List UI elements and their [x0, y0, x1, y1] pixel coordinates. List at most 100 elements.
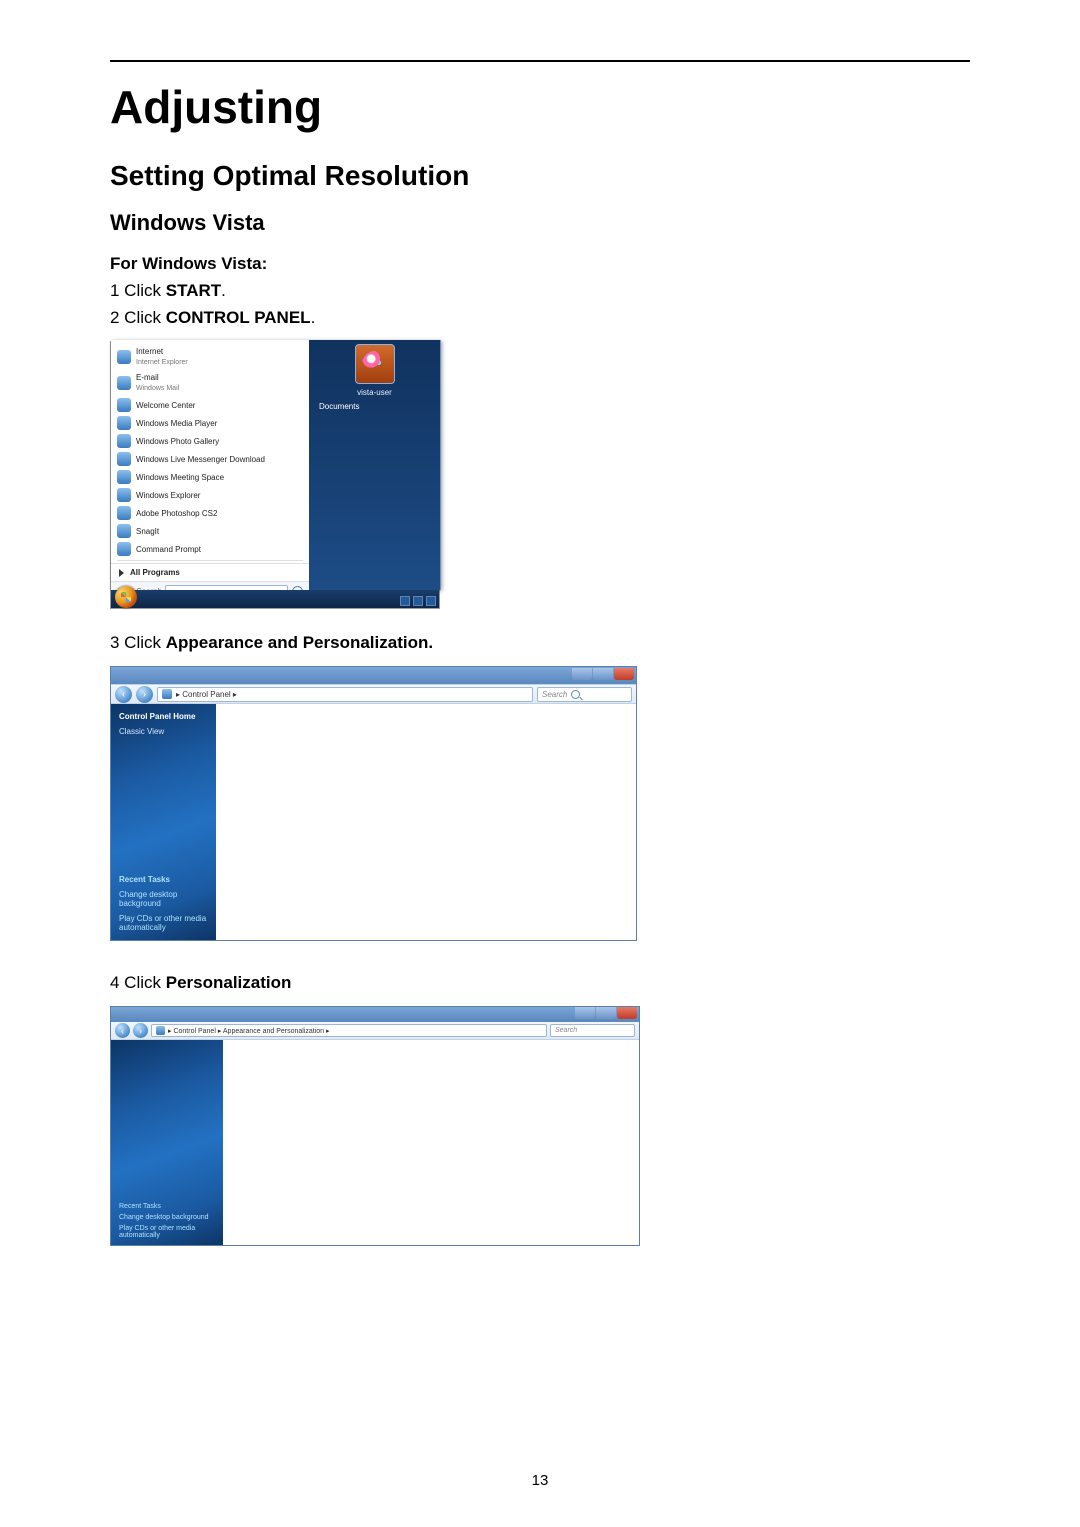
program-icon	[117, 398, 131, 412]
program-label: E-mail	[136, 372, 179, 383]
start-menu-program-list: InternetInternet ExplorerE-mailWindows M…	[111, 340, 309, 590]
start-menu-program[interactable]: Windows Live Messenger Download	[111, 450, 309, 468]
step-3-bold: Appearance and Personalization.	[166, 633, 433, 652]
recent-tasks-header: Recent Tasks	[119, 875, 208, 884]
program-label: Internet	[136, 346, 188, 357]
program-sublabel: Internet Explorer	[136, 357, 188, 368]
start-menu-program[interactable]: Welcome Center	[111, 396, 309, 414]
address-bar: ‹ › ▸ Control Panel ▸ Appearance and Per…	[111, 1022, 639, 1040]
program-label: Windows Live Messenger Download	[136, 454, 265, 465]
page-number: 13	[110, 1472, 970, 1489]
program-sublabel: Windows Mail	[136, 383, 179, 394]
personalization-sidebar: Recent Tasks Change desktop background P…	[111, 1040, 223, 1245]
start-menu-program[interactable]: Windows Meeting Space	[111, 468, 309, 486]
program-label: SnagIt	[136, 526, 159, 537]
sidebar-home-link[interactable]: Control Panel Home	[119, 712, 208, 721]
recent-task-link[interactable]: Play CDs or other media automatically	[119, 1225, 215, 1239]
program-icon	[117, 452, 131, 466]
step-4-prefix: 4 Click	[110, 973, 166, 992]
nav-back-button[interactable]: ‹	[115, 686, 132, 703]
start-menu-right-panel: vista-user Documents	[309, 340, 440, 590]
start-menu-program[interactable]: Command Prompt	[111, 540, 309, 558]
user-avatar-icon[interactable]	[355, 344, 395, 384]
step-2-suffix: .	[311, 308, 316, 327]
program-label: Windows Meeting Space	[136, 472, 224, 483]
nav-forward-button[interactable]: ›	[133, 1023, 148, 1038]
nav-back-button[interactable]: ‹	[115, 1023, 130, 1038]
recent-task-link[interactable]: Change desktop background	[119, 1214, 215, 1221]
control-panel-icon	[156, 1026, 165, 1035]
control-panel-categories	[216, 704, 636, 940]
breadcrumb-field[interactable]: ▸ Control Panel ▸ Appearance and Persona…	[151, 1024, 547, 1037]
start-menu-program[interactable]: Windows Explorer	[111, 486, 309, 504]
intro-label: For Windows Vista:	[110, 250, 970, 277]
arrow-right-icon	[119, 569, 124, 577]
program-label: Windows Photo Gallery	[136, 436, 219, 447]
program-icon	[117, 488, 131, 502]
close-button[interactable]	[614, 668, 634, 680]
start-menu-program[interactable]: E-mailWindows Mail	[111, 370, 309, 396]
taskbar	[111, 590, 439, 608]
program-icon	[117, 524, 131, 538]
close-button[interactable]	[617, 1007, 637, 1019]
start-menu-separator	[117, 560, 303, 561]
start-menu-popup: InternetInternet ExplorerE-mailWindows M…	[111, 340, 441, 590]
document-page: Adjusting Setting Optimal Resolution Win…	[0, 0, 1080, 1527]
step-1-bold: START	[166, 281, 221, 300]
program-icon	[117, 470, 131, 484]
minimize-button[interactable]	[575, 1007, 595, 1019]
program-icon	[117, 506, 131, 520]
top-rule	[110, 60, 970, 62]
step-2-prefix: 2 Click	[110, 308, 166, 327]
start-menu-program[interactable]: Windows Media Player	[111, 414, 309, 432]
step-2-bold: CONTROL PANEL	[166, 308, 311, 327]
step-4: 4 Click Personalization	[110, 969, 970, 996]
classic-view-link[interactable]: Classic View	[119, 727, 208, 736]
start-menu-program[interactable]: Adobe Photoshop CS2	[111, 504, 309, 522]
step-3-prefix: 3 Click	[110, 633, 166, 652]
search-placeholder: Search	[542, 690, 567, 699]
personalization-items	[223, 1040, 639, 1245]
recent-task-link[interactable]: Play CDs or other media automatically	[119, 914, 208, 932]
search-field[interactable]: Search	[537, 687, 632, 702]
program-icon	[117, 434, 131, 448]
start-menu-program[interactable]: InternetInternet Explorer	[111, 344, 309, 370]
maximize-button[interactable]	[596, 1007, 616, 1019]
address-bar: ‹ › ▸ Control Panel ▸ Search	[111, 684, 636, 704]
all-programs-button[interactable]: All Programs	[111, 563, 309, 581]
search-placeholder: Search	[555, 1027, 577, 1034]
step-3: 3 Click Appearance and Personalization.	[110, 629, 970, 656]
program-icon	[117, 376, 131, 390]
step-2: 2 Click CONTROL PANEL.	[110, 304, 970, 331]
window-titlebar	[111, 1007, 639, 1022]
tray-icon[interactable]	[413, 596, 423, 606]
window-buttons	[572, 668, 634, 680]
program-icon	[117, 542, 131, 556]
program-label: Welcome Center	[136, 400, 195, 411]
recent-task-link[interactable]: Change desktop background	[119, 890, 208, 908]
start-menu-right-item[interactable]: Documents	[309, 399, 440, 414]
breadcrumb-field[interactable]: ▸ Control Panel ▸	[157, 687, 533, 702]
tray-icon[interactable]	[400, 596, 410, 606]
search-field[interactable]: Search	[550, 1024, 635, 1037]
step-4-bold: Personalization	[166, 973, 292, 992]
start-orb-button[interactable]	[115, 586, 137, 608]
nav-forward-button[interactable]: ›	[136, 686, 153, 703]
all-programs-label: All Programs	[130, 568, 180, 577]
start-menu-program[interactable]: Windows Photo Gallery	[111, 432, 309, 450]
control-panel-sidebar: Control Panel Home Classic View Recent T…	[111, 704, 216, 940]
program-label: Windows Explorer	[136, 490, 200, 501]
tray-icon[interactable]	[426, 596, 436, 606]
breadcrumb-text: ▸ Control Panel ▸ Appearance and Persona…	[168, 1027, 330, 1035]
step-1: 1 Click START.	[110, 277, 970, 304]
minimize-button[interactable]	[572, 668, 592, 680]
maximize-button[interactable]	[593, 668, 613, 680]
personalization-screenshot: ‹ › ▸ Control Panel ▸ Appearance and Per…	[110, 1006, 640, 1246]
start-menu-program[interactable]: SnagIt	[111, 522, 309, 540]
user-name-label: vista-user	[309, 388, 440, 397]
step-1-prefix: 1 Click	[110, 281, 166, 300]
program-label: Command Prompt	[136, 544, 201, 555]
recent-tasks-header: Recent Tasks	[119, 1203, 215, 1210]
window-buttons	[575, 1007, 637, 1019]
page-title: Adjusting	[110, 80, 970, 134]
